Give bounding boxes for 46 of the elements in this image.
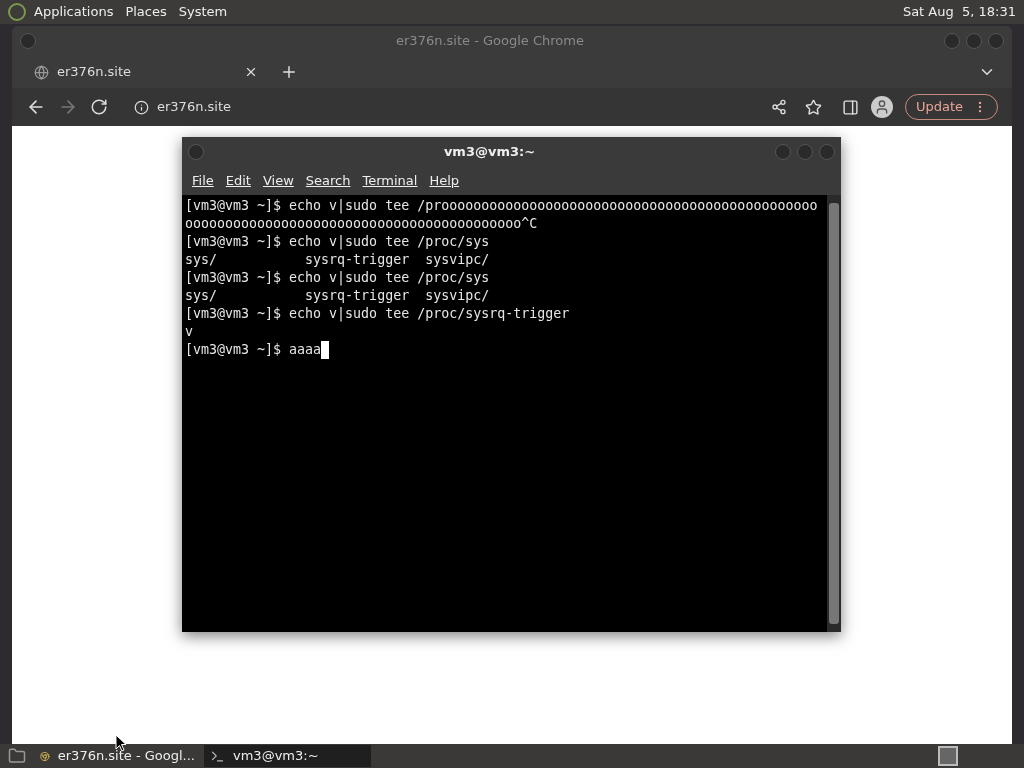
- side-panel-icon[interactable]: [841, 98, 859, 116]
- new-tab-icon[interactable]: [280, 63, 298, 81]
- window-control-icon[interactable]: [188, 144, 204, 160]
- terminal-line: sys/ sysrq-trigger sysvipc/: [185, 251, 490, 269]
- panel-menu[interactable]: Applications: [34, 2, 114, 22]
- window-control-icon[interactable]: [775, 144, 791, 160]
- reload-icon[interactable]: [90, 98, 108, 116]
- window-control-icon[interactable]: [797, 144, 813, 160]
- scrollbar[interactable]: [827, 195, 841, 632]
- profile-icon[interactable]: [870, 96, 893, 118]
- address-bar[interactable]: er376n.site: [128, 93, 759, 121]
- pointer-icon: [115, 734, 127, 752]
- terminal-line: [vm3@vm3 ~]$ echo v|sudo tee /prooooooooooooooooooooooooooooooooooooooooooooooo: [185, 197, 818, 215]
- window-control-icon[interactable]: [944, 33, 960, 49]
- close-icon[interactable]: [244, 65, 258, 79]
- terminal-line: [vm3@vm3 ~]$ echo v|sudo tee /proc/sys: [185, 233, 490, 251]
- terminal-icon: [210, 748, 225, 764]
- clock[interactable]: Sat Aug 5, 18:31: [902, 2, 1016, 22]
- terminal-line: sys/ sysrq-trigger sysvipc/: [185, 287, 490, 305]
- workspace-switcher[interactable]: [938, 746, 958, 766]
- terminal-line: oooooooooooooooooooooooooooooooooooooooooo^C: [185, 215, 538, 233]
- star-icon[interactable]: [804, 98, 822, 116]
- terminal-menu[interactable]: Help: [423, 171, 466, 191]
- window-title: vm3@vm3:~: [442, 143, 537, 162]
- globe-icon: [34, 64, 49, 80]
- window-control-icon[interactable]: [988, 33, 1004, 49]
- share-icon[interactable]: [770, 99, 787, 115]
- terminal-line: v: [185, 323, 193, 341]
- terminal-line: [vm3@vm3 ~]$ aaaa: [185, 341, 322, 359]
- app-menu-icon[interactable]: [8, 3, 26, 21]
- taskbar-button[interactable]: vm3@vm3:~: [204, 745, 371, 767]
- window-control-icon[interactable]: [966, 33, 982, 49]
- info-icon: [134, 99, 149, 115]
- panel-menu[interactable]: System: [178, 2, 228, 22]
- terminal-menu[interactable]: Terminal: [356, 171, 424, 191]
- terminal-menu[interactable]: File: [186, 171, 220, 191]
- terminal-line: [vm3@vm3 ~]$ echo v|sudo tee /proc/sys: [185, 269, 490, 287]
- window-title: er376n.site - Google Chrome: [395, 32, 585, 51]
- window-control-icon[interactable]: [819, 144, 835, 160]
- window-control-icon[interactable]: [20, 33, 36, 49]
- terminal-menu[interactable]: View: [256, 171, 300, 191]
- terminal-menu[interactable]: Search: [299, 171, 357, 191]
- terminal-menu[interactable]: Edit: [219, 171, 257, 191]
- terminal-line: [vm3@vm3 ~]$ echo v|sudo tee /proc/sysrq-trigger: [185, 305, 570, 323]
- show-desktop-icon[interactable]: [8, 747, 26, 765]
- panel-menu[interactable]: Places: [125, 2, 167, 22]
